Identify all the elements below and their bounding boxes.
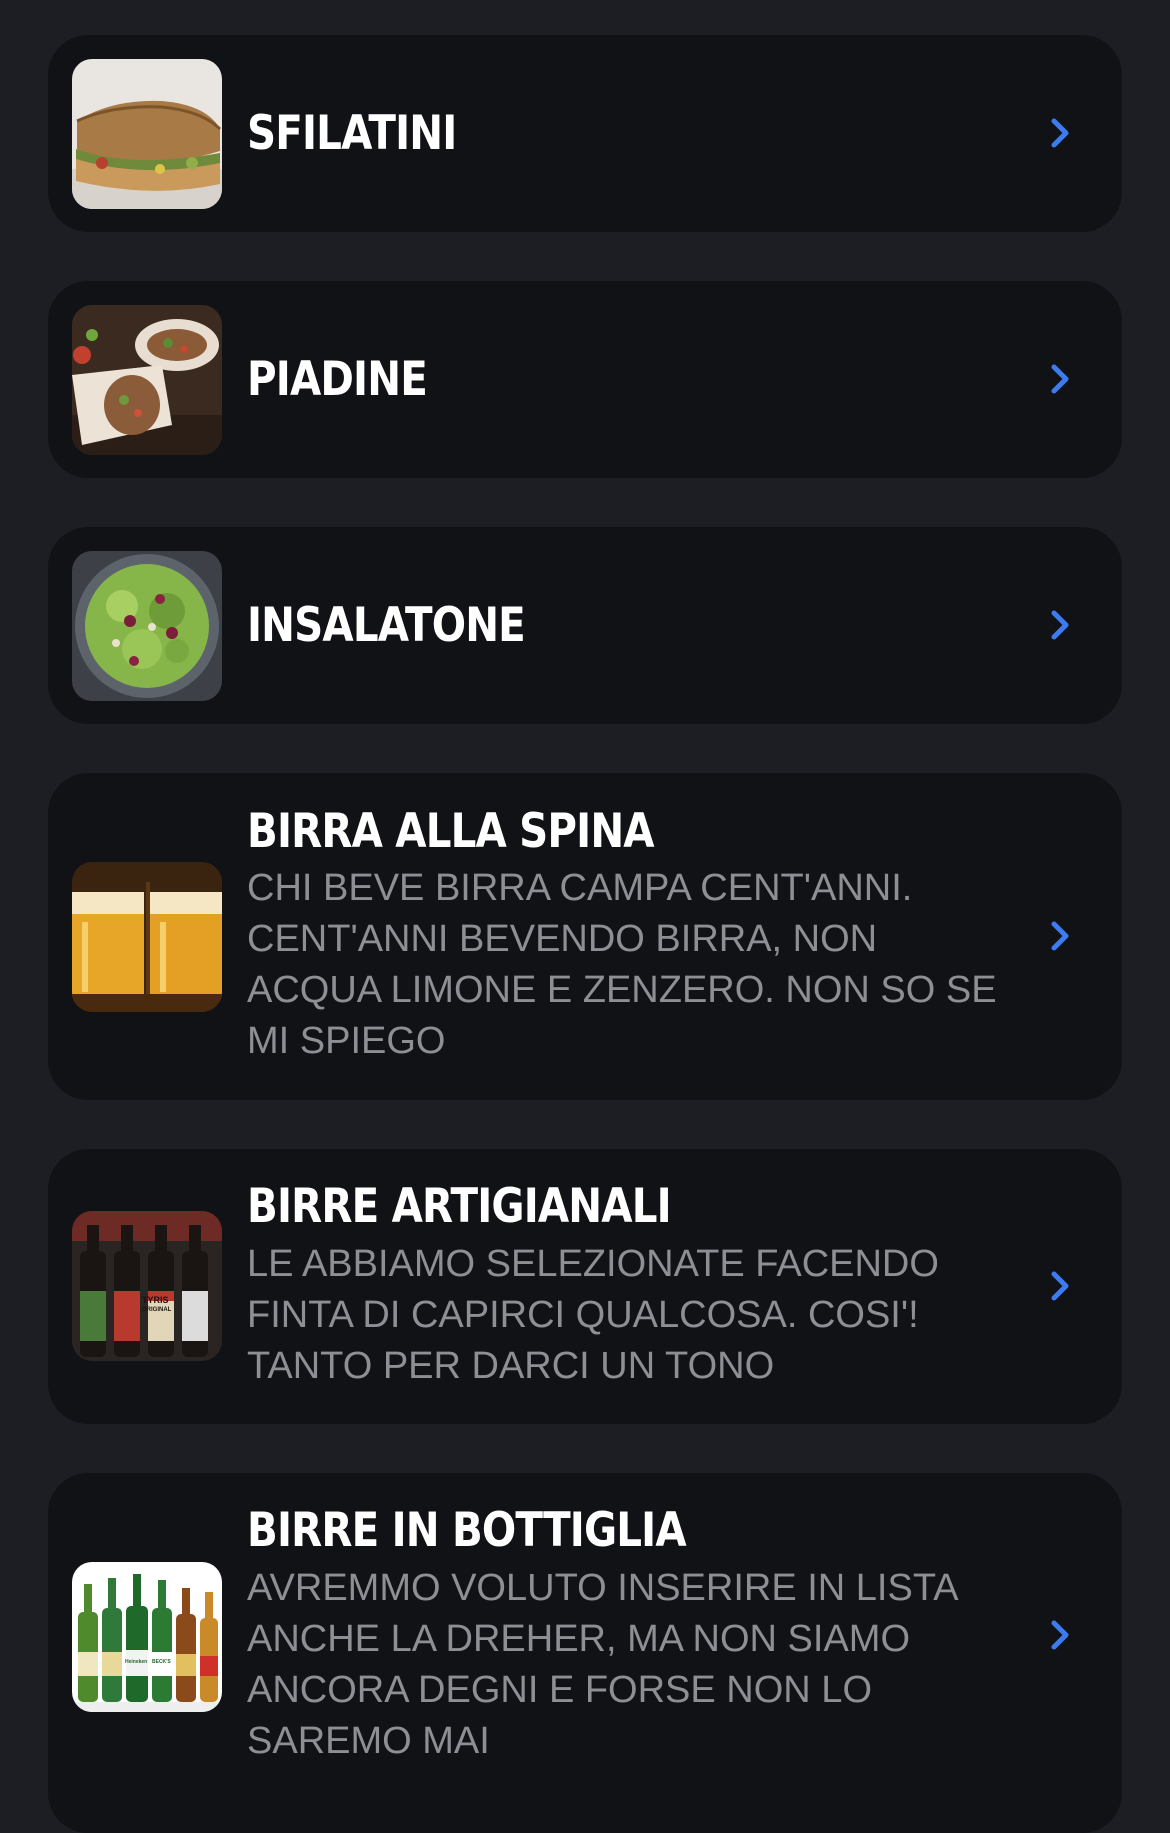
category-text: PIADINE — [247, 281, 1012, 478]
chevron-right-icon[interactable] — [1046, 361, 1076, 397]
category-title: INSALATONE — [247, 597, 526, 653]
chevron-right-icon[interactable] — [1046, 1617, 1076, 1653]
category-title: BIRRE ARTIGIANALI — [247, 1179, 672, 1235]
bottle-label: BECK'S — [152, 1659, 171, 1665]
category-card-sfilatini[interactable]: SFILATINI — [48, 35, 1122, 232]
category-card-piadine[interactable]: PIADINE — [48, 281, 1122, 478]
sandwich-image — [72, 59, 222, 209]
category-text: BIRRE IN BOTTIGLIA AVREMMO VOLUTO INSERI… — [247, 1473, 1012, 1799]
bottle-label: TYRIS — [142, 1295, 169, 1305]
salad-image — [72, 551, 222, 701]
category-card-birre-in-bottiglia[interactable]: Heineken BECK'S BIRRE IN BOTTIGLIA AVREM… — [48, 1473, 1122, 1833]
category-text: BIRRA ALLA SPINA CHI BEVE BIRRA CAMPA CE… — [247, 773, 1012, 1100]
category-text: SFILATINI — [247, 35, 1012, 232]
chevron-right-icon[interactable] — [1046, 1268, 1076, 1304]
bottle-label: Heineken — [125, 1659, 148, 1665]
category-card-insalatone[interactable]: INSALATONE — [48, 527, 1122, 724]
draft-beer-image — [72, 862, 222, 1012]
category-title: BIRRE IN BOTTIGLIA — [247, 1503, 687, 1559]
craft-beer-image: TYRIS ORIGINAL — [72, 1211, 222, 1361]
chevron-right-icon[interactable] — [1046, 918, 1076, 954]
category-text: INSALATONE — [247, 527, 1012, 724]
category-description: AVREMMO VOLUTO INSERIRE IN LISTA ANCHE L… — [247, 1566, 957, 1762]
category-card-birra-alla-spina[interactable]: BIRRA ALLA SPINA CHI BEVE BIRRA CAMPA CE… — [48, 773, 1122, 1100]
chevron-right-icon[interactable] — [1046, 115, 1076, 151]
category-description: CHI BEVE BIRRA CAMPA CENT'ANNI. CENT'ANN… — [247, 867, 997, 1063]
bottled-beer-image: Heineken BECK'S — [72, 1562, 222, 1712]
wrap-image — [72, 305, 222, 455]
bottle-label: ORIGINAL — [142, 1307, 172, 1313]
chevron-right-icon[interactable] — [1046, 607, 1076, 643]
category-text: BIRRE ARTIGIANALI LE ABBIAMO SELEZIONATE… — [247, 1149, 1012, 1424]
category-card-birre-artigianali[interactable]: TYRIS ORIGINAL BIRRE ARTIGIANALI LE ABBI… — [48, 1149, 1122, 1424]
category-title: SFILATINI — [247, 105, 457, 161]
category-title: PIADINE — [247, 351, 428, 407]
category-description: LE ABBIAMO SELEZIONATE FACENDO FINTA DI … — [247, 1242, 939, 1387]
category-title: BIRRA ALLA SPINA — [247, 803, 655, 859]
